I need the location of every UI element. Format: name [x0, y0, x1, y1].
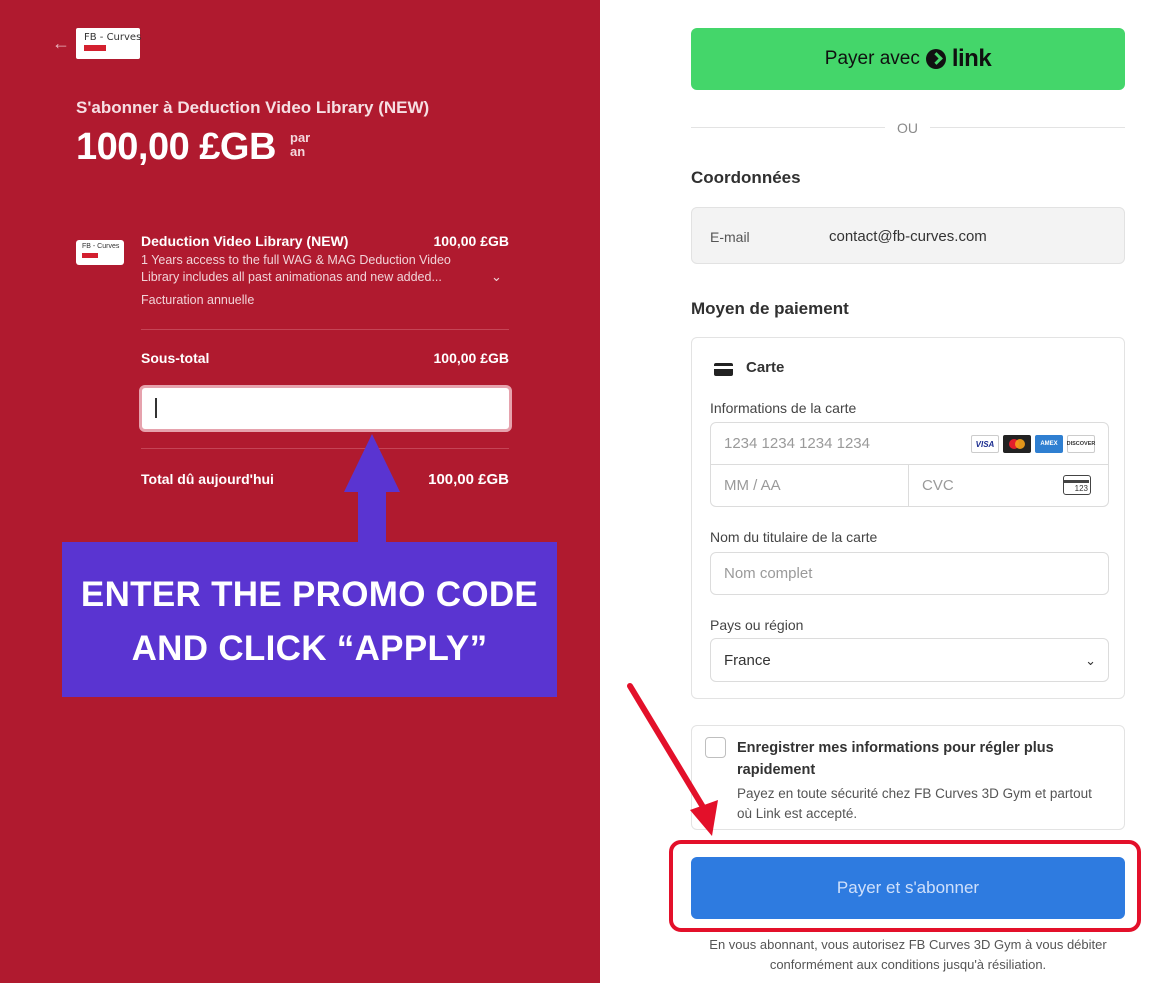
price-period: par an	[290, 131, 310, 159]
promo-code-input[interactable]	[139, 385, 512, 432]
divider	[691, 127, 885, 128]
country-label: Pays ou région	[710, 617, 804, 633]
cardholder-label: Nom du titulaire de la carte	[710, 529, 878, 545]
product-description: 1 Years access to the full WAG & MAG Ded…	[141, 253, 451, 284]
callout-line-1: ENTER THE PROMO CODE	[80, 575, 539, 614]
promo-instruction-callout: ENTER THE PROMO CODE AND CLICK “APPLY”	[62, 542, 557, 697]
payment-method-title: Moyen de paiement	[691, 299, 849, 318]
visa-icon: VISA	[971, 435, 999, 453]
divider	[930, 127, 1125, 128]
pay-and-subscribe-button[interactable]: Payer et s'abonner	[691, 857, 1125, 919]
cvc-card-icon: 123	[1063, 475, 1091, 495]
link-button-prefix: Payer avec	[824, 48, 920, 69]
mastercard-icon	[1003, 435, 1031, 453]
card-info-label: Informations de la carte	[710, 400, 857, 416]
pay-with-link-button[interactable]: Payer avec link	[691, 28, 1125, 90]
chevron-down-icon: ⌄	[1085, 653, 1096, 668]
contact-title: Coordonnées	[691, 168, 801, 187]
card-payment-section: Carte Informations de la carte VISA AMEX…	[691, 337, 1125, 699]
logo-text: FB - Curves	[84, 32, 142, 43]
highlight-arrow-icon	[627, 683, 718, 836]
card-fields-group: VISA AMEX DISCOVER 123	[710, 422, 1109, 507]
price-period-line2: an	[290, 144, 306, 159]
price-period-line1: par	[290, 130, 311, 145]
credit-card-icon	[714, 363, 733, 376]
divider	[141, 448, 509, 449]
text-caret	[155, 398, 157, 418]
product-thumbnail-tag	[82, 253, 98, 258]
billing-frequency: Facturation annuelle	[141, 293, 255, 307]
logo-tag	[84, 45, 106, 51]
country-select[interactable]: France ⌄	[710, 638, 1109, 682]
email-label: E-mail	[710, 229, 750, 245]
email-field[interactable]: E-mail contact@fb-curves.com	[691, 207, 1125, 264]
or-separator: OU	[897, 120, 918, 136]
merchant-logo: FB - Curves	[76, 28, 142, 59]
link-button-word: link	[951, 45, 992, 72]
card-brands: VISA AMEX DISCOVER	[971, 435, 1095, 453]
email-value: contact@fb-curves.com	[829, 228, 987, 245]
expiry-input[interactable]	[711, 465, 909, 506]
divider	[141, 329, 509, 330]
cardholder-name-input[interactable]	[710, 552, 1109, 595]
legal-notice: En vous abonnant, vous autorisez FB Curv…	[709, 937, 1107, 972]
back-arrow-icon[interactable]: ←	[52, 34, 70, 52]
chevron-down-icon[interactable]: ⌄	[491, 269, 502, 285]
total-due-label: Total dû aujourd'hui	[141, 471, 274, 487]
callout-line-2: AND CLICK “APPLY”	[131, 629, 488, 668]
amex-icon: AMEX	[1035, 435, 1063, 453]
card-tab-label[interactable]: Carte	[746, 359, 784, 376]
subscribe-title: S'abonner à Deduction Video Library (NEW…	[76, 98, 430, 117]
subtotal-value: 100,00 £GB	[433, 350, 510, 366]
save-info-section: Enregistrer mes informations pour régler…	[691, 725, 1125, 830]
country-value: France	[724, 652, 771, 669]
price-amount: 100,00 £GB	[76, 126, 276, 168]
product-name: Deduction Video Library (NEW)	[141, 233, 349, 249]
up-arrow-icon	[344, 434, 400, 546]
save-info-title: Enregistrer mes informations pour régler…	[737, 740, 1054, 778]
subtotal-label: Sous-total	[141, 350, 210, 366]
product-price: 100,00 £GB	[433, 233, 510, 249]
order-summary-panel: ← FB - Curves S'abonner à Deduction Vide…	[0, 0, 600, 983]
link-logo-icon	[925, 49, 946, 69]
product-thumbnail-text: FB - Curves	[82, 243, 120, 250]
product-thumbnail: FB - Curves	[76, 240, 124, 265]
discover-icon: DISCOVER	[1067, 435, 1095, 453]
save-info-description: Payez en toute sécurité chez FB Curves 3…	[737, 786, 1092, 821]
